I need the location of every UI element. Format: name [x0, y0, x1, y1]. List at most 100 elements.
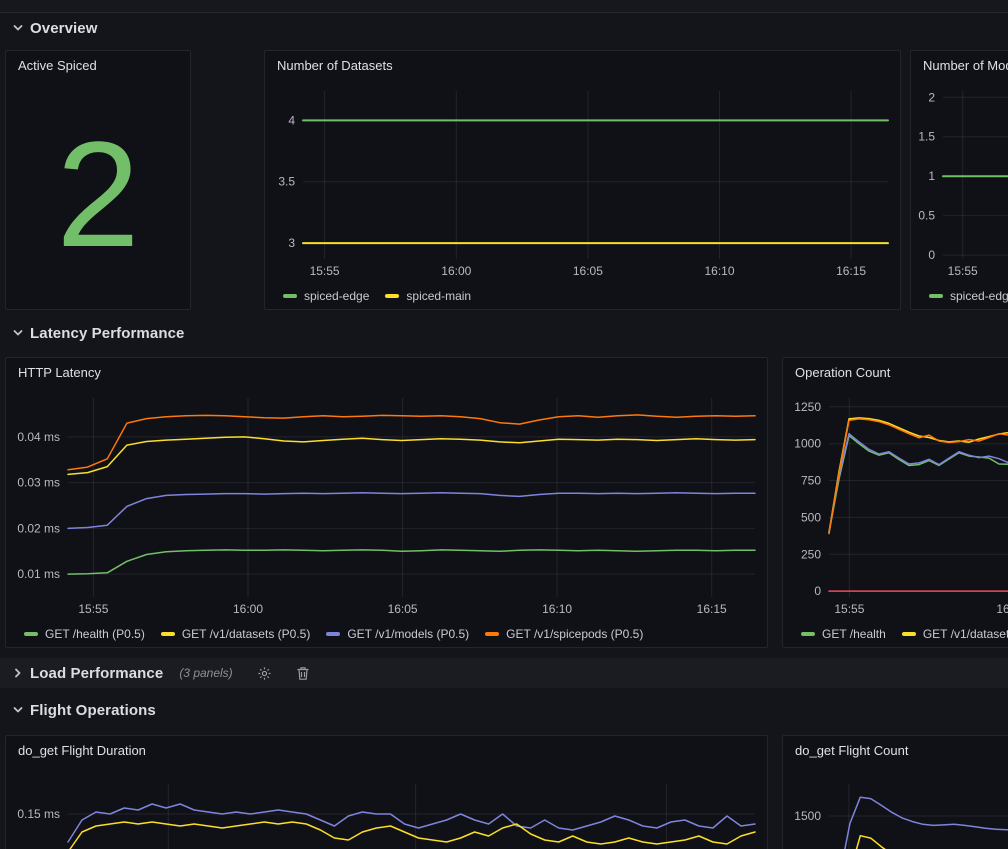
svg-text:1: 1: [928, 169, 935, 183]
section-title: Flight Operations: [30, 702, 156, 719]
top-bar: [0, 0, 1008, 13]
svg-text:16:10: 16:10: [542, 602, 572, 616]
chevron-down-icon: [12, 22, 24, 34]
panel-operation-count: Operation Count 15:55 16:00 0 250 500 750 1000…: [782, 357, 1008, 648]
legend-swatch: [24, 632, 38, 636]
trash-icon[interactable]: [296, 666, 310, 681]
http-latency-chart[interactable]: 15:55 16:00 16:05 16:10 16:15 0.01 ms 0.02 ms 0…: [6, 386, 767, 621]
panel-title[interactable]: do_get Flight Duration: [6, 736, 767, 764]
legend-item[interactable]: spiced-edge: [283, 289, 369, 303]
flight-count-chart[interactable]: 1500: [783, 764, 1008, 849]
legend-label: GET /v1/models (P0.5): [347, 627, 469, 641]
svg-text:1.5: 1.5: [918, 130, 935, 144]
flight-duration-chart[interactable]: 0.15 ms: [6, 764, 767, 849]
panel-active-spiced: Active Spiced 2: [5, 50, 191, 310]
stat-value-container: 2: [6, 79, 190, 309]
svg-text:15:55: 15:55: [78, 602, 108, 616]
legend-item[interactable]: spiced-edge: [929, 289, 1008, 303]
legend-item[interactable]: GET /v1/models (P0.5): [326, 627, 469, 641]
chart-legend: GET /health (P0.5) GET /v1/datasets (P0.5…: [6, 621, 767, 647]
svg-text:1500: 1500: [794, 809, 821, 823]
chart-legend: spiced-edge spiced-main: [265, 283, 900, 309]
svg-text:3: 3: [288, 236, 295, 250]
panel-title[interactable]: Active Spiced: [6, 51, 190, 79]
svg-text:0.04 ms: 0.04 ms: [17, 430, 60, 444]
svg-text:0.5: 0.5: [918, 209, 935, 223]
svg-text:0: 0: [814, 584, 821, 598]
svg-text:15:55: 15:55: [310, 264, 340, 278]
legend-swatch: [283, 294, 297, 298]
chart-legend: spiced-edge: [911, 283, 1008, 309]
svg-text:0.15 ms: 0.15 ms: [17, 807, 60, 821]
panel-do-get-flight-duration: do_get Flight Duration 0.15 ms: [5, 735, 768, 849]
svg-text:1000: 1000: [794, 437, 821, 451]
legend-item[interactable]: GET /health (P0.5): [24, 627, 145, 641]
panel-number-of-datasets: Number of Datasets 15:5516:0016:0516:101…: [264, 50, 901, 310]
svg-text:2: 2: [928, 90, 935, 104]
section-title: Overview: [30, 20, 98, 37]
models-chart[interactable]: 15:55 0 0.5 1 1.5 2: [911, 79, 1008, 283]
legend-swatch: [801, 632, 815, 636]
panel-title[interactable]: do_get Flight Count: [783, 736, 1008, 764]
legend-label: spiced-edge: [304, 289, 369, 303]
svg-text:0.02 ms: 0.02 ms: [17, 521, 60, 535]
legend-item[interactable]: GET /health: [801, 627, 886, 641]
chevron-down-icon: [12, 704, 24, 716]
svg-text:16:00: 16:00: [441, 264, 471, 278]
legend-label: GET /v1/datasets (P0.5): [182, 627, 311, 641]
chevron-down-icon: [12, 327, 24, 339]
panel-title[interactable]: HTTP Latency: [6, 358, 767, 386]
legend-label: GET /v1/datasets: [923, 627, 1008, 641]
panel-title[interactable]: Number of Datasets: [265, 51, 900, 79]
legend-label: GET /v1/spicepods (P0.5): [506, 627, 643, 641]
svg-text:500: 500: [801, 510, 821, 524]
chart-legend: GET /health GET /v1/datasets: [783, 621, 1008, 647]
legend-swatch: [326, 632, 340, 636]
svg-text:15:55: 15:55: [948, 264, 978, 278]
svg-text:16:00: 16:00: [996, 602, 1008, 616]
svg-text:0.01 ms: 0.01 ms: [17, 567, 60, 581]
svg-text:3.5: 3.5: [278, 175, 295, 189]
panel-do-get-flight-count: do_get Flight Count 1500: [782, 735, 1008, 849]
svg-text:1250: 1250: [794, 400, 821, 414]
chevron-right-icon: [12, 667, 24, 679]
svg-text:4: 4: [288, 113, 295, 127]
svg-text:16:00: 16:00: [233, 602, 263, 616]
legend-swatch: [385, 294, 399, 298]
svg-text:16:05: 16:05: [388, 602, 418, 616]
section-overview[interactable]: Overview: [0, 13, 1008, 43]
svg-text:250: 250: [801, 547, 821, 561]
panel-number-of-models: Number of Models 15:55 0 0.5 1 1.5 2 spiced-e…: [910, 50, 1008, 310]
legend-label: GET /health (P0.5): [45, 627, 145, 641]
svg-text:16:05: 16:05: [573, 264, 603, 278]
operation-count-chart[interactable]: 15:55 16:00 0 250 500 750 1000 1250: [783, 386, 1008, 621]
panel-count-note: (3 panels): [179, 666, 232, 680]
legend-swatch: [929, 294, 943, 298]
svg-text:15:55: 15:55: [834, 602, 864, 616]
stat-value: 2: [56, 119, 139, 269]
section-latency-performance[interactable]: Latency Performance: [0, 318, 1008, 348]
legend-swatch: [161, 632, 175, 636]
svg-text:0: 0: [928, 248, 935, 262]
panel-title[interactable]: Number of Models: [911, 51, 1008, 79]
legend-swatch: [902, 632, 916, 636]
panel-title[interactable]: Operation Count: [783, 358, 1008, 386]
section-load-performance[interactable]: Load Performance (3 panels): [0, 658, 1008, 688]
section-title: Load Performance: [30, 665, 163, 682]
legend-item[interactable]: GET /v1/datasets: [902, 627, 1008, 641]
panel-http-latency: HTTP Latency 15:55 16:00 16:05 16:10 16:15 0.…: [5, 357, 768, 648]
legend-item[interactable]: GET /v1/datasets (P0.5): [161, 627, 311, 641]
gear-icon[interactable]: [257, 666, 272, 681]
svg-text:16:15: 16:15: [697, 602, 727, 616]
svg-text:16:10: 16:10: [704, 264, 734, 278]
datasets-chart[interactable]: 15:55 16:00 16:05 16:10 16:15 3 3.5 4: [265, 79, 900, 283]
section-title: Latency Performance: [30, 325, 184, 342]
svg-text:750: 750: [801, 474, 821, 488]
svg-text:0.03 ms: 0.03 ms: [17, 476, 60, 490]
svg-text:16:15: 16:15: [836, 264, 866, 278]
legend-item[interactable]: spiced-main: [385, 289, 471, 303]
legend-label: spiced-main: [406, 289, 471, 303]
legend-item[interactable]: GET /v1/spicepods (P0.5): [485, 627, 643, 641]
section-flight-operations[interactable]: Flight Operations: [0, 695, 1008, 725]
legend-swatch: [485, 632, 499, 636]
